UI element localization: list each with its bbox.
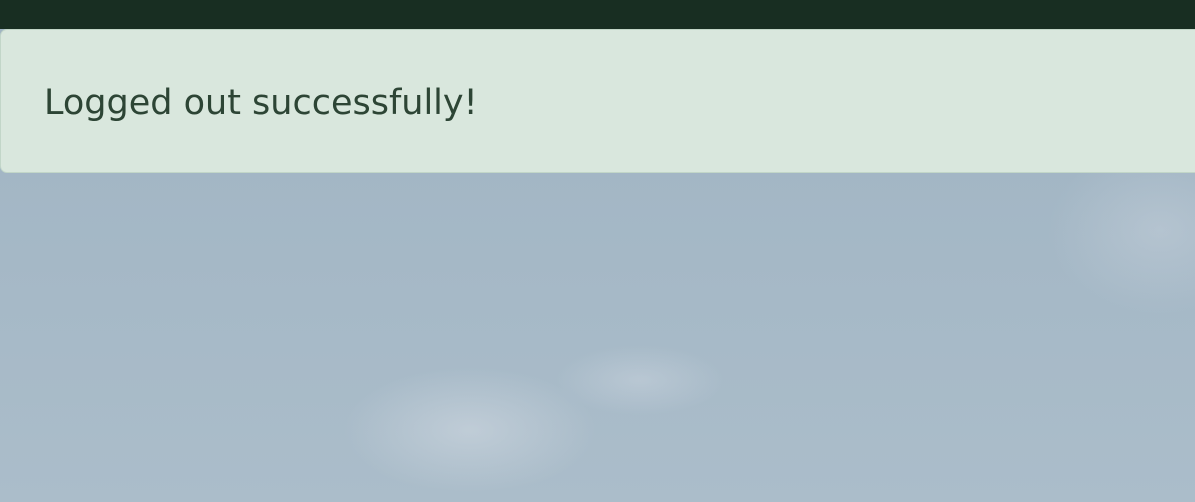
alert-message: Logged out successfully! bbox=[44, 82, 478, 123]
top-navbar bbox=[0, 0, 1195, 29]
success-alert: Logged out successfully! bbox=[0, 29, 1195, 173]
page: Logged out successfully! bbox=[0, 0, 1195, 502]
